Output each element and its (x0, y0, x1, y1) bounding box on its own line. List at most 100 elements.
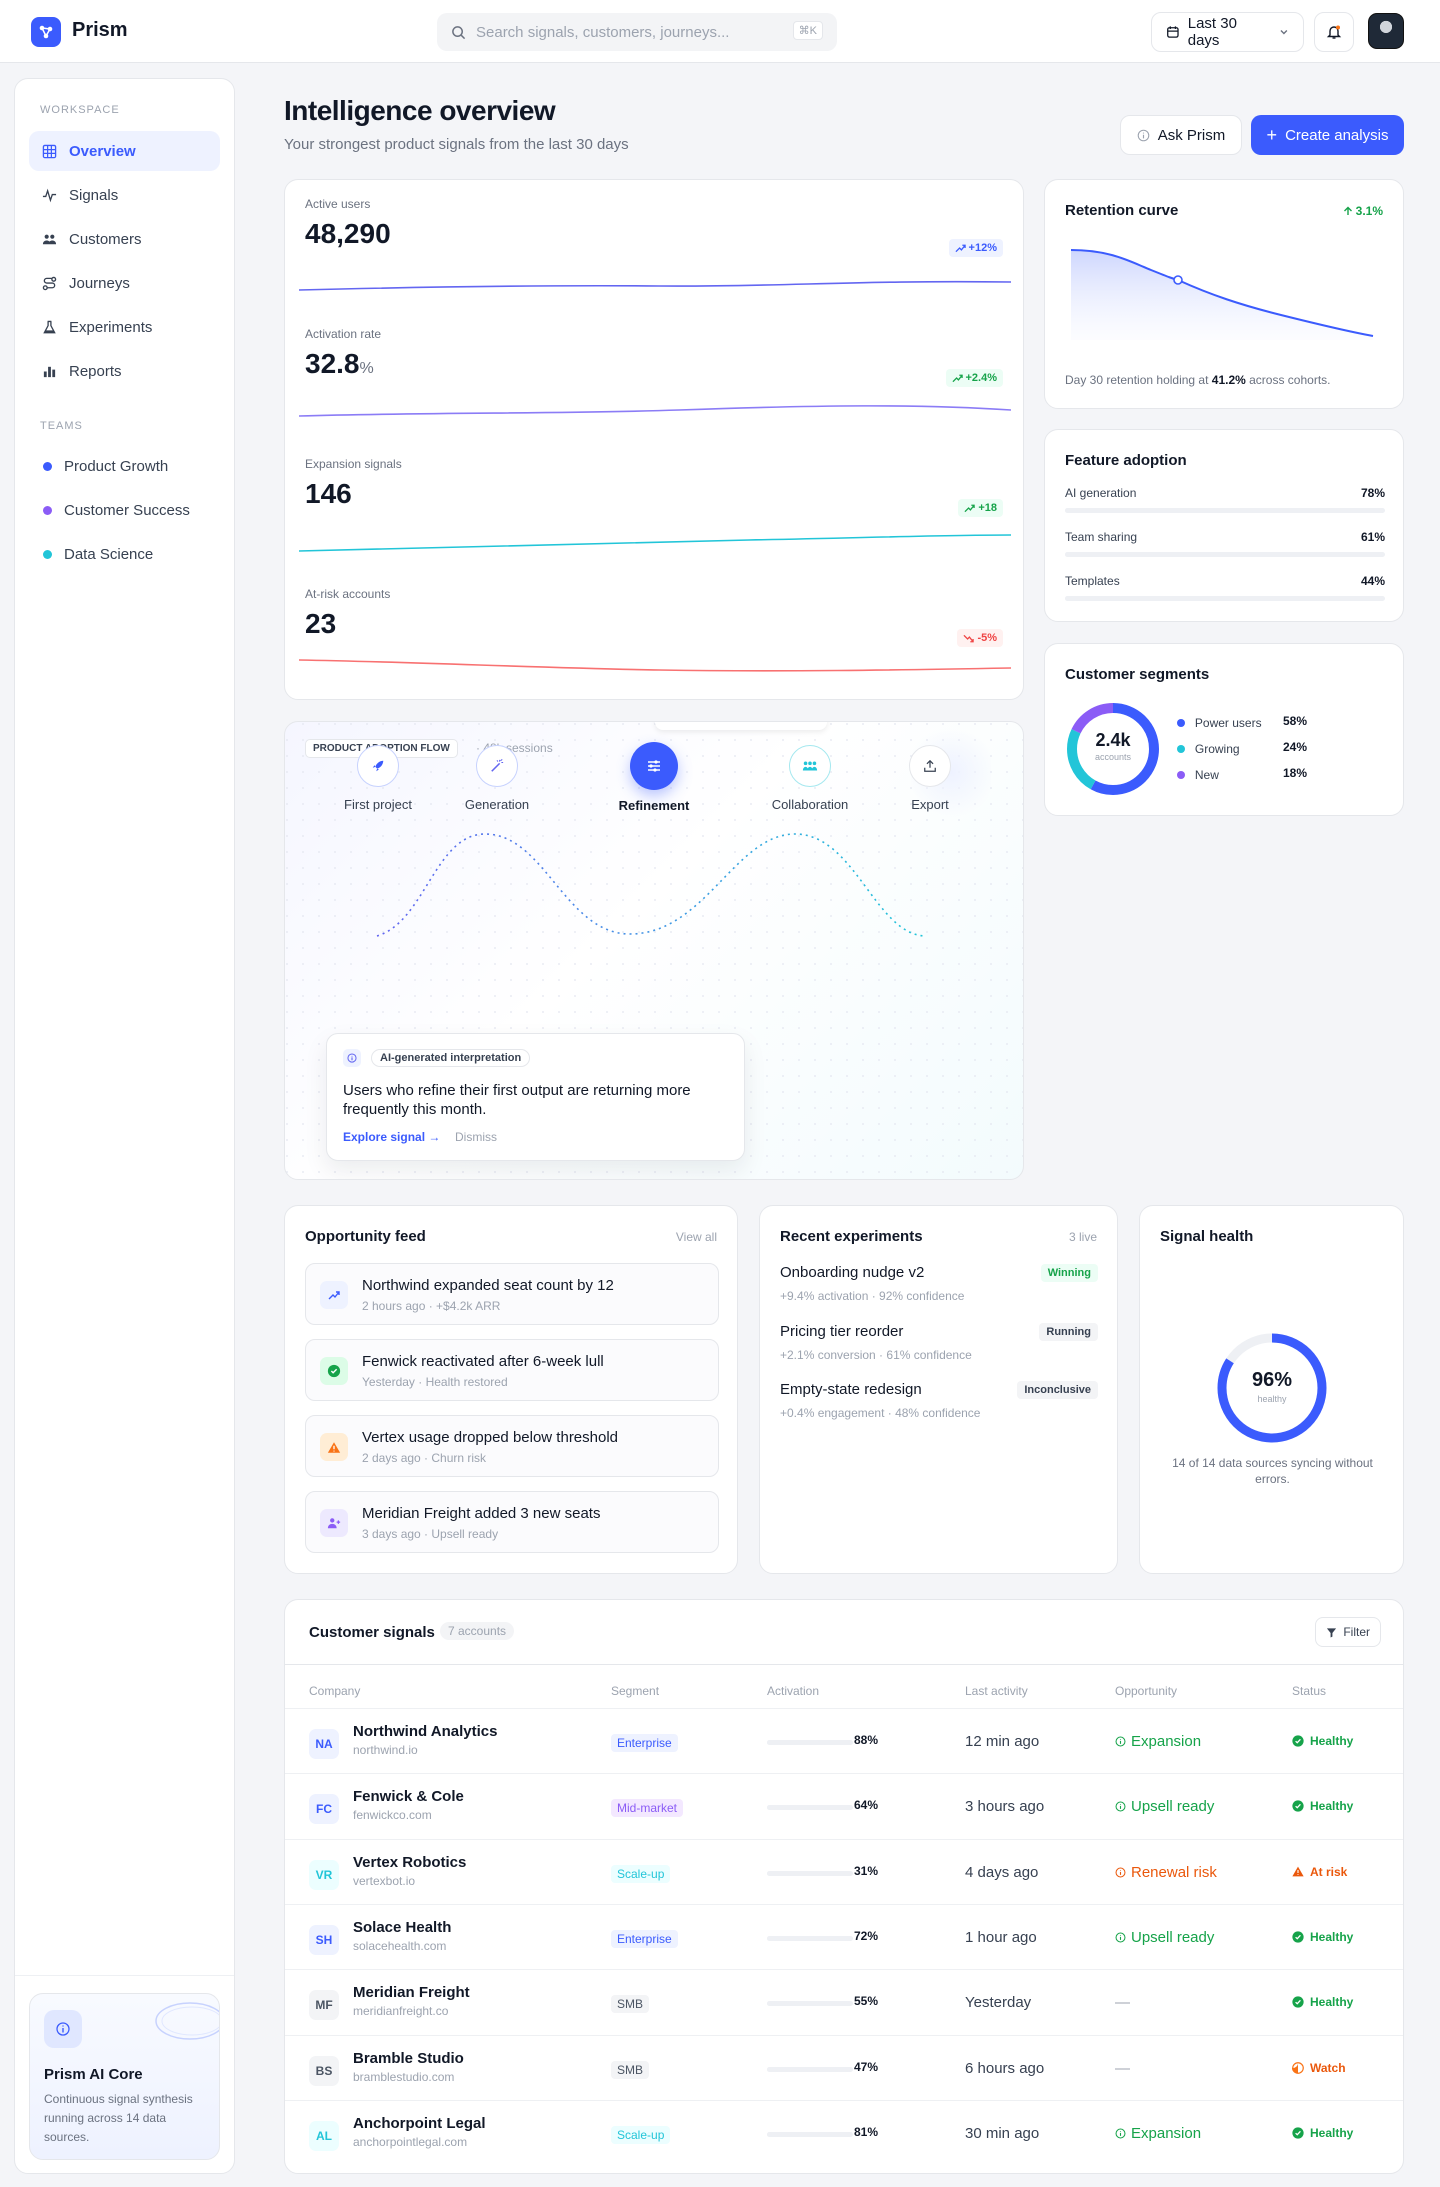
search-placeholder: Search signals, customers, journeys... (476, 23, 730, 41)
opportunity-tag: — (1115, 1994, 1130, 2011)
company-initials-avatar: FC (309, 1794, 339, 1825)
retention-title: Retention curve (1065, 202, 1179, 219)
check-circle-icon (1292, 1735, 1304, 1747)
search-input[interactable]: Search signals, customers, journeys... ⌘… (437, 13, 837, 51)
sidebar-divider (15, 1975, 234, 1976)
ask-prism-button[interactable]: Ask Prism (1120, 115, 1242, 155)
company-name[interactable]: Anchorpoint Legal (353, 2115, 486, 2132)
sidebar-item-reports[interactable]: Reports (29, 351, 220, 391)
table-row[interactable]: AL Anchorpoint Legal anchorpointlegal.co… (285, 2099, 1403, 2165)
explore-signal-link[interactable]: Explore signal → (343, 1130, 440, 1144)
legend-dot (1177, 771, 1185, 780)
signal-health-value: 96% (1251, 1369, 1293, 1391)
customer-signals-title: Customer signals (309, 1624, 435, 1641)
sidebar-item-signals[interactable]: Signals (29, 175, 220, 215)
company-name[interactable]: Solace Health (353, 1919, 451, 1936)
ai-core-description: Continuous signal synthesis running acro… (44, 2092, 193, 2144)
column-header-opportunity[interactable]: Opportunity (1115, 1684, 1177, 1698)
metric-label: Activation rate (305, 327, 382, 341)
column-header-company[interactable]: Company (309, 1684, 360, 1698)
feature-adoption-card: Feature adoption AI generation 78% Team … (1044, 429, 1404, 622)
company-name[interactable]: Northwind Analytics (353, 1723, 497, 1740)
experiment-item[interactable]: Onboarding nudge v2 +9.4% activation · 9… (780, 1264, 1098, 1303)
plus-icon: + (1266, 125, 1278, 145)
retention-delta-value: 3.1% (1355, 204, 1383, 218)
feed-item[interactable]: Fenwick reactivated after 6-week lull Ye… (305, 1339, 719, 1401)
chevron-down-icon (1280, 30, 1288, 35)
sidebar-item-customers[interactable]: Customers (29, 219, 220, 259)
dismiss-button[interactable]: Dismiss (455, 1130, 497, 1144)
opportunity-label: Renewal risk (1131, 1863, 1217, 1881)
user-avatar[interactable] (1368, 13, 1404, 49)
team-item-data-science[interactable]: Data Science (43, 546, 153, 563)
feed-title: Meridian Freight added 3 new seats (362, 1505, 601, 1522)
activation-bar-fill (767, 2001, 815, 2007)
metric-delta: +12% (968, 242, 997, 254)
table-row[interactable]: VR Vertex Robotics vertexbot.io Scale-up… (285, 1838, 1403, 1904)
status-badge: Healthy (1292, 1799, 1353, 1813)
table-row[interactable]: FC Fenwick & Cole fenwickco.com Mid-mark… (285, 1773, 1403, 1838)
opportunity-tag[interactable]: Upsell ready (1115, 1798, 1214, 1815)
opportunity-label: Expansion (1131, 1733, 1202, 1750)
sidebar-item-label: Experiments (69, 318, 153, 336)
feature-bar-track (1065, 552, 1385, 557)
table-row[interactable]: NA Northwind Analytics northwind.io Ente… (285, 1708, 1403, 1773)
adoption-flow-card: PRODUCT ADOPTION FLOW · 48k sessions Fir… (284, 721, 1024, 1180)
column-header-segment[interactable]: Segment (611, 1684, 659, 1698)
customer-segments-card: Customer segments 2.4k accounts Power us… (1044, 643, 1404, 816)
activation-bar-track (767, 1935, 853, 1941)
view-all-link[interactable]: View all (676, 1230, 717, 1244)
activation-bar-track (767, 2131, 853, 2137)
column-header-activation[interactable]: Activation (767, 1684, 819, 1698)
segments-total-label: accounts (1094, 752, 1132, 762)
company-name[interactable]: Vertex Robotics (353, 1854, 466, 1871)
team-item-product-growth[interactable]: Product Growth (43, 458, 168, 475)
company-name[interactable]: Meridian Freight (353, 1984, 470, 2001)
company-name[interactable]: Fenwick & Cole (353, 1788, 464, 1805)
status-label: Healthy (1310, 2125, 1354, 2140)
last-activity: 4 days ago (965, 1863, 1039, 1881)
brand-name: Prism (72, 19, 128, 41)
company-name[interactable]: Bramble Studio (353, 2050, 464, 2067)
team-item-customer-success[interactable]: Customer Success (43, 502, 190, 519)
feed-item[interactable]: Vertex usage dropped below threshold 2 d… (305, 1415, 719, 1477)
table-row[interactable]: MF Meridian Freight meridianfreight.co S… (285, 1969, 1403, 2034)
experiment-item[interactable]: Empty-state redesign +0.4% engagement · … (780, 1381, 1098, 1420)
status-label: At risk (1310, 1864, 1348, 1879)
activation-rate-sparkline (299, 405, 1011, 417)
retention-marker[interactable] (1173, 275, 1183, 285)
ai-core-card[interactable]: Prism AI Core Continuous signal synthesi… (29, 1993, 220, 2160)
last-activity: 3 hours ago (965, 1798, 1045, 1816)
prism-logo-icon[interactable] (31, 17, 61, 47)
table-row[interactable]: SH Solace Health solacehealth.com Enterp… (285, 1903, 1403, 1969)
notifications-button[interactable] (1314, 12, 1354, 52)
activation-bar-track (767, 2066, 853, 2072)
opportunity-tag[interactable]: Expansion (1115, 2125, 1201, 2142)
feed-item[interactable]: Northwind expanded seat count by 12 2 ho… (305, 1263, 719, 1325)
at-risk-sparkline (299, 659, 1011, 672)
metric-delta-badge: +12% (948, 239, 1003, 257)
segment-percent: 58% (1282, 714, 1307, 728)
table-row[interactable]: BS Bramble Studio bramblestudio.com SMB … (285, 2034, 1403, 2100)
experiment-item[interactable]: Pricing tier reorder +2.1% conversion · … (780, 1323, 1098, 1362)
opportunity-label: — (1115, 1994, 1130, 2012)
top-bar: Prism Search signals, customers, journey… (0, 0, 1440, 63)
feed-item[interactable]: Meridian Freight added 3 new seats 3 day… (305, 1491, 719, 1553)
opportunity-label: — (1115, 2059, 1130, 2077)
sidebar-item-overview[interactable]: Overview (29, 131, 220, 171)
filter-button[interactable]: Filter (1315, 1617, 1381, 1647)
activation-percent: 64% (854, 1798, 879, 1813)
sidebar-item-experiments[interactable]: Experiments (29, 307, 220, 347)
sidebar-item-journeys[interactable]: Journeys (29, 263, 220, 303)
status-label: Healthy (1310, 1929, 1354, 1944)
opportunity-tag[interactable]: Expansion (1115, 1733, 1201, 1750)
segments-title: Customer segments (1065, 666, 1210, 683)
date-range-select[interactable]: Last 30 days (1151, 12, 1304, 52)
segments-total: 2.4k (1095, 730, 1131, 750)
column-header-last-activity[interactable]: Last activity (965, 1684, 1028, 1698)
column-header-status[interactable]: Status (1292, 1684, 1326, 1698)
create-analysis-button[interactable]: + Create analysis (1251, 115, 1404, 155)
opportunity-tag[interactable]: Renewal risk (1115, 1864, 1217, 1881)
opportunity-tag[interactable]: Upsell ready (1115, 1929, 1214, 1946)
active-users-sparkline (299, 280, 1011, 291)
